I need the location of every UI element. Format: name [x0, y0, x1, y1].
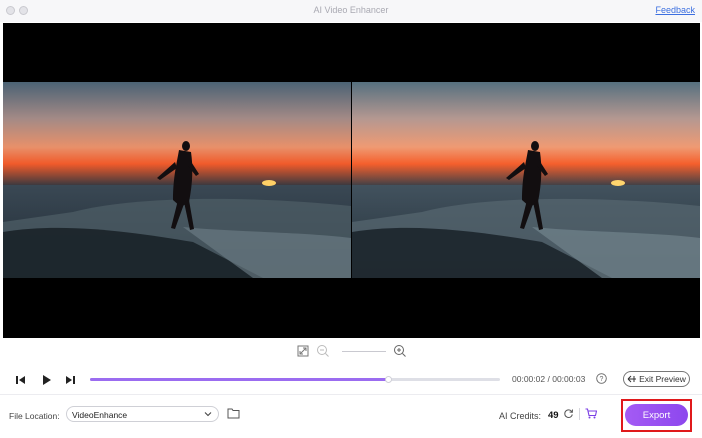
export-button[interactable]: Export: [625, 404, 688, 426]
footer-divider: [0, 394, 702, 395]
zoom-out-icon[interactable]: [316, 344, 330, 358]
current-time: 00:00:02: [512, 374, 546, 384]
total-time: 00:00:03: [552, 374, 586, 384]
previous-frame-icon[interactable]: [13, 373, 27, 387]
next-frame-icon[interactable]: [64, 373, 78, 387]
svg-text:?: ?: [600, 376, 604, 383]
playback-progress-bar[interactable]: [90, 376, 500, 383]
fit-to-screen-icon[interactable]: [296, 344, 310, 358]
title-bar: AI Video Enhancer Feedback: [0, 0, 702, 22]
sunset-beach-frame-enhanced: [352, 82, 700, 278]
footer-separator: [579, 408, 580, 420]
sunset-beach-frame-original: [3, 82, 351, 278]
time-separator: /: [547, 374, 550, 384]
zoom-bar: [0, 343, 702, 359]
footer-bar: File Location: VideoEnhance AI Credits: …: [0, 398, 702, 434]
ai-credits-value: 49: [548, 410, 559, 421]
cart-icon[interactable]: [585, 408, 597, 419]
file-location-label: File Location:: [9, 411, 60, 421]
playback-progress-fill: [90, 378, 390, 381]
exit-preview-label: Exit Preview: [639, 374, 686, 384]
play-icon[interactable]: [39, 373, 53, 387]
file-location-select[interactable]: VideoEnhance: [66, 406, 219, 422]
feedback-link[interactable]: Feedback: [655, 5, 695, 15]
refresh-icon[interactable]: [563, 408, 574, 419]
playback-scrubber[interactable]: [385, 376, 393, 383]
help-icon[interactable]: ?: [596, 373, 607, 384]
playback-controls: 00:00:02 / 00:00:03 ? Exit Preview: [0, 368, 702, 392]
file-location-value: VideoEnhance: [72, 410, 128, 420]
exit-preview-icon: [627, 375, 637, 383]
time-readout: 00:00:02 / 00:00:03: [512, 374, 585, 384]
zoom-slider[interactable]: [342, 351, 386, 352]
original-video-preview: [3, 82, 351, 278]
enhanced-video-preview: [352, 82, 700, 278]
exit-preview-button[interactable]: Exit Preview: [623, 371, 690, 387]
folder-icon[interactable]: [227, 407, 240, 419]
zoom-in-icon[interactable]: [393, 344, 407, 358]
chevron-down-icon: [204, 412, 212, 417]
preview-stage: [3, 23, 700, 338]
window-title: AI Video Enhancer: [313, 5, 389, 15]
ai-credits-label: AI Credits:: [499, 411, 542, 421]
